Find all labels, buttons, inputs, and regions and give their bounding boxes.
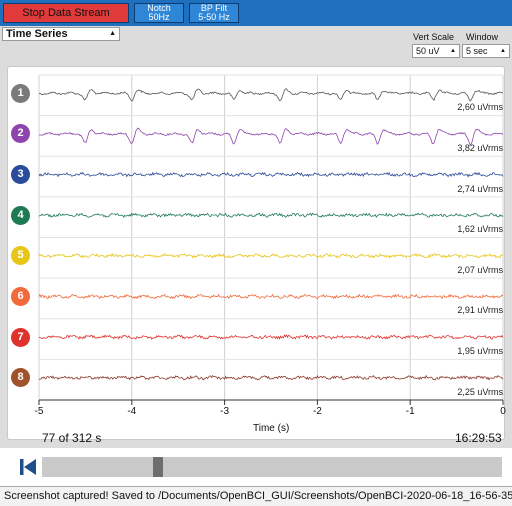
status-bar: Screenshot captured! Saved to /Documents… (0, 486, 512, 506)
channel-2-rms: 3,82 uVrms (457, 142, 503, 153)
vert-scale-value: 50 uV (416, 46, 440, 56)
channel-1-toggle[interactable]: 1 (11, 83, 30, 103)
playback-position: 77 of 312 s (42, 431, 102, 445)
channel-1-rms: 2,60 uVrms (457, 102, 503, 113)
channel-6-rms: 2,91 uVrms (457, 305, 503, 316)
bandpass-value: 5-50 Hz (198, 12, 230, 22)
rewind-to-start-icon[interactable] (18, 457, 38, 477)
channel-4-trace (38, 212, 504, 218)
dropdown-arrow-icon: ▲ (500, 48, 506, 54)
window-dropdown[interactable]: 5 sec ▲ (462, 44, 510, 58)
channel-5-trace (38, 252, 504, 259)
x-tick-label: 0 (500, 406, 506, 417)
window-label: Window (466, 32, 499, 42)
x-tick-label: -2 (312, 406, 322, 417)
notch-value: 50Hz (148, 12, 170, 22)
channel-5-rms: 2,07 uVrms (457, 264, 503, 275)
scrub-handle[interactable] (153, 457, 163, 477)
widget-selector-dropdown[interactable]: Time Series ▲ (2, 27, 120, 41)
playback-scrub-slider[interactable] (42, 457, 502, 477)
channel-4-toggle[interactable]: 4 (11, 205, 30, 225)
playback-bar (0, 448, 512, 486)
vert-scale-label: Vert Scale (413, 32, 455, 42)
channel-3-rms: 2,74 uVrms (457, 183, 503, 194)
time-series-panel: 1 2,60 uVrms 2 3,82 uVrms 3 2,74 uVrms 4 1,62 u… (7, 66, 506, 440)
playback-clock: 16:29:53 (455, 431, 502, 445)
vert-scale-dropdown[interactable]: 50 uV ▲ (412, 44, 460, 58)
channel-6-trace (38, 293, 504, 300)
time-series-chart (38, 74, 504, 405)
stop-data-stream-button[interactable]: Stop Data Stream (3, 3, 129, 23)
time-series-plot-area: 1 2,60 uVrms 2 3,82 uVrms 3 2,74 uVrms 4 1,62 u… (0, 60, 512, 448)
channel-1-trace (38, 88, 504, 102)
channel-8-trace (39, 374, 504, 381)
channel-7-trace (38, 334, 504, 340)
dropdown-arrow-icon: ▲ (450, 48, 456, 54)
x-tick-label: -3 (220, 406, 230, 417)
channel-7-rms: 1,95 uVrms (457, 346, 503, 357)
x-axis-label: Time (s) (253, 423, 290, 434)
channel-3-trace (38, 171, 504, 178)
x-tick-label: -4 (127, 406, 137, 417)
widget-header: Time Series ▲ Vert Scale Window 50 uV ▲ … (0, 26, 512, 60)
channel-3-toggle[interactable]: 3 (11, 165, 30, 185)
status-message: Screenshot captured! Saved to /Documents… (4, 490, 512, 502)
channel-6-toggle[interactable]: 6 (11, 286, 30, 306)
notch-filter-button[interactable]: Notch 50Hz (134, 3, 184, 23)
top-toolbar: Stop Data Stream Notch 50Hz BP Filt 5-50… (0, 0, 512, 26)
window-value: 5 sec (466, 46, 488, 56)
channel-7-toggle[interactable]: 7 (11, 327, 30, 347)
stop-data-stream-label: Stop Data Stream (22, 6, 110, 19)
dropdown-arrow-icon: ▲ (109, 30, 116, 37)
x-tick-label: -5 (34, 406, 44, 417)
channel-8-rms: 2,25 uVrms (457, 386, 503, 397)
channel-4-rms: 1,62 uVrms (457, 224, 503, 235)
bandpass-filter-button[interactable]: BP Filt 5-50 Hz (189, 3, 239, 23)
widget-selector-value: Time Series (6, 28, 68, 40)
x-tick-label: -1 (405, 406, 415, 417)
